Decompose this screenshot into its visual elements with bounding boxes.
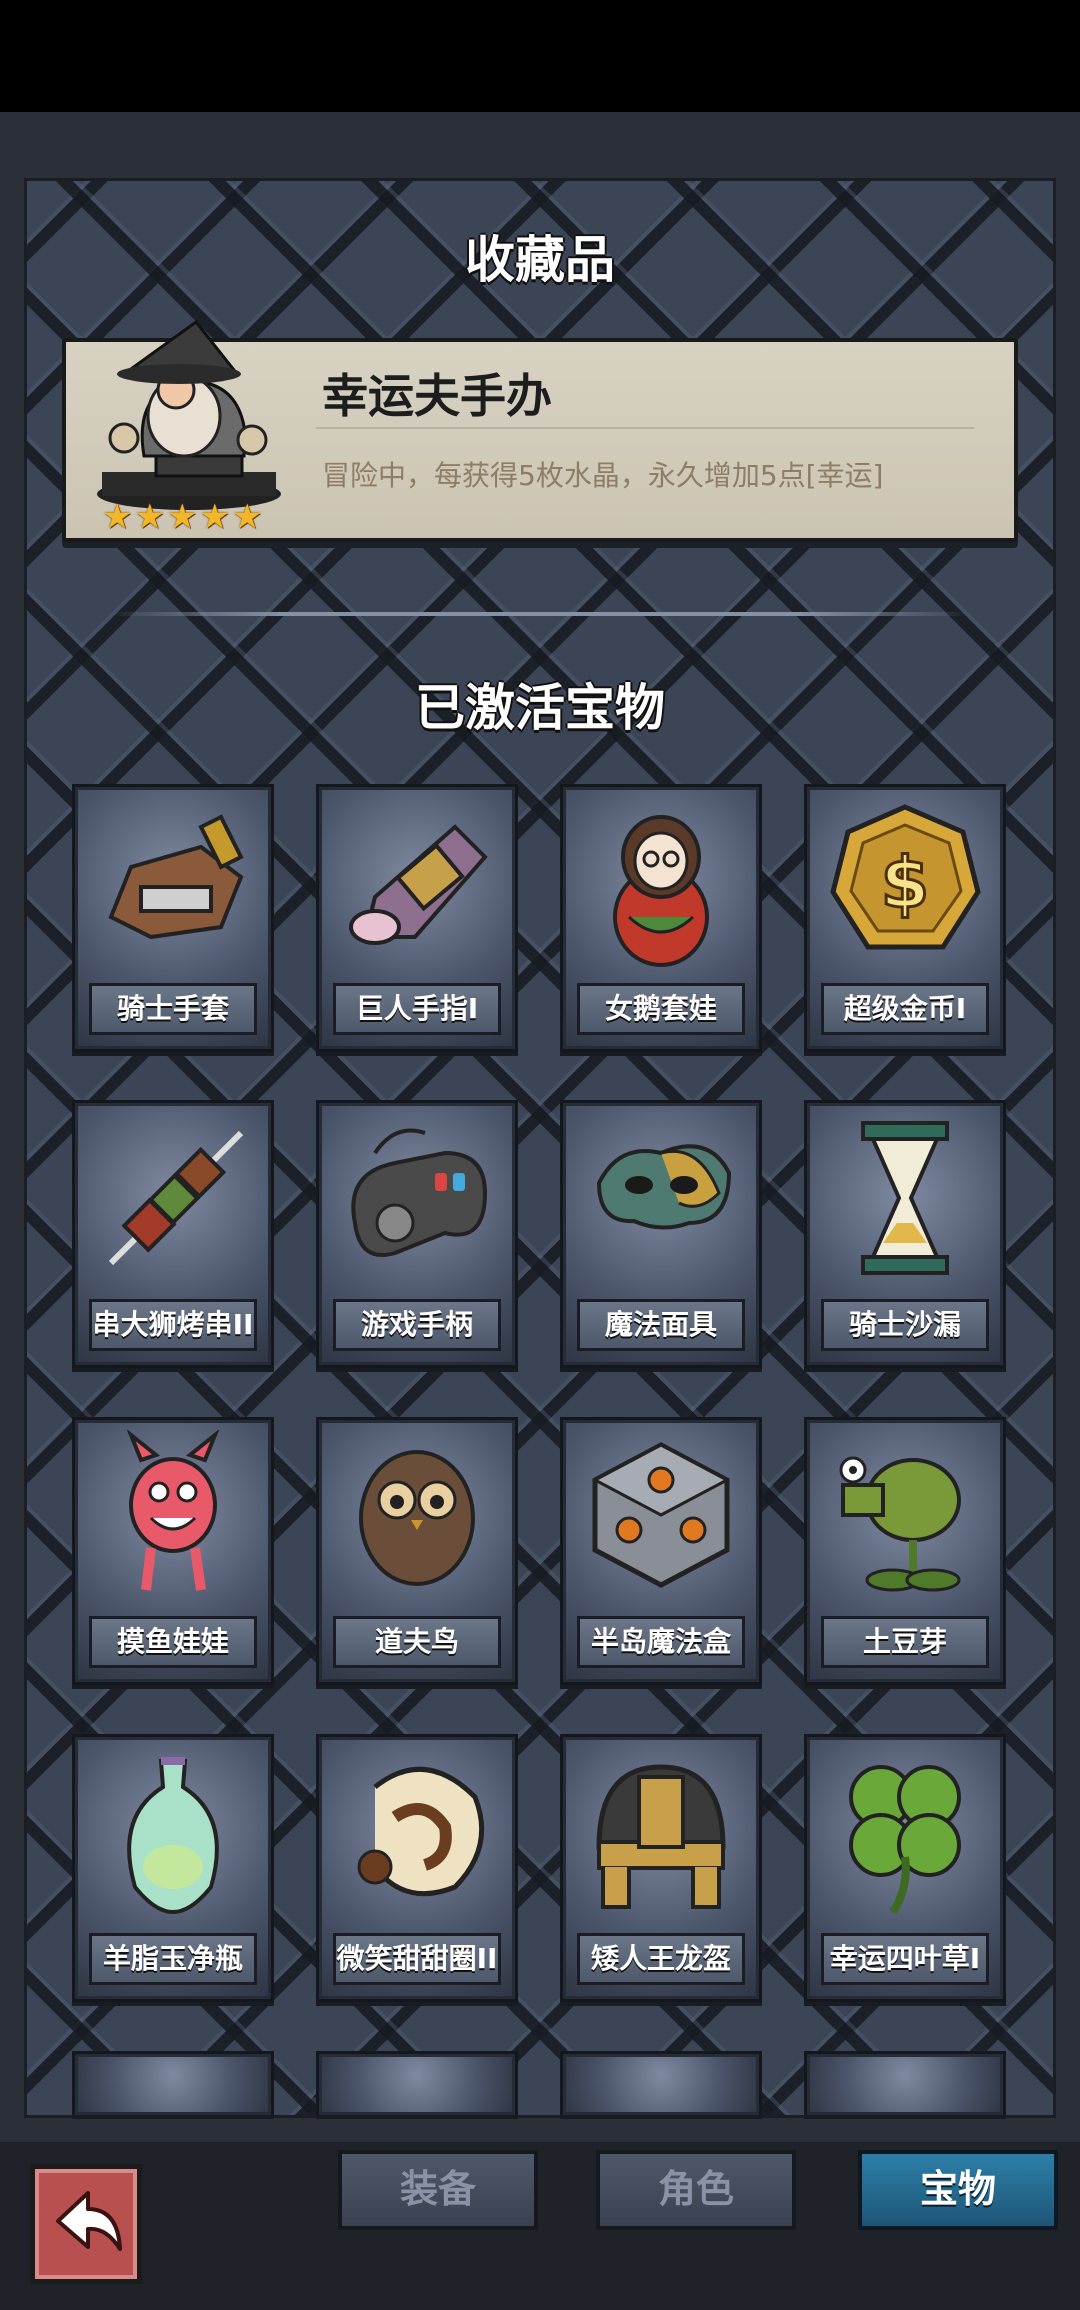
magic-cube-icon — [591, 1442, 731, 1588]
svg-text:$: $ — [881, 842, 930, 924]
star-icon: ★ — [231, 497, 263, 537]
star-icon: ★ — [166, 497, 198, 537]
rarity-stars: ★ ★ ★ ★ ★ — [102, 500, 262, 534]
treasure-label: 女鹅套娃 — [577, 983, 745, 1035]
treasure-slot[interactable]: 骑士沙漏 — [804, 1100, 1006, 1368]
tab-equipment[interactable]: 装备 — [338, 2150, 538, 2230]
treasure-label: 羊脂玉净瓶 — [89, 1933, 257, 1985]
knight-gauntlet-icon — [108, 814, 244, 940]
treasure-slot[interactable]: 幸运四叶草I — [804, 1734, 1006, 2002]
treasure-slot-partial[interactable] — [316, 2051, 518, 2115]
nesting-doll-icon — [613, 815, 709, 967]
treasure-slot[interactable]: 骑士手套 — [72, 784, 274, 1052]
pea-shooter-icon — [839, 1456, 961, 1592]
treasure-slot[interactable]: 矮人王龙盔 — [560, 1734, 762, 2002]
featured-collectible-card[interactable]: ★ ★ ★ ★ ★ 幸运夫手办 冒险中，每获得5枚水晶，永久增加5点[幸运] — [62, 319, 1018, 542]
treasure-slot[interactable]: 游戏手柄 — [316, 1100, 518, 1368]
gold-coin-icon: $ — [830, 804, 981, 950]
treasure-label: 土豆芽 — [821, 1616, 989, 1668]
treasure-slot[interactable]: 摸鱼娃娃 — [72, 1417, 274, 1685]
jade-vase-icon — [127, 1757, 219, 1915]
treasure-slot[interactable]: 道夫鸟 — [316, 1417, 518, 1685]
kebab-skewer-icon — [108, 1130, 244, 1266]
treasure-slot[interactable]: 羊脂玉净瓶 — [72, 1734, 274, 2002]
back-button[interactable] — [30, 2164, 142, 2284]
treasure-slot[interactable]: 魔法面具 — [560, 1100, 762, 1368]
tab-treasure[interactable]: 宝物 — [858, 2150, 1058, 2230]
wizard-figurine-icon — [97, 319, 281, 510]
treasure-slot-partial[interactable] — [560, 2051, 762, 2115]
treasure-label: 骑士手套 — [89, 983, 257, 1035]
section-divider — [110, 612, 970, 616]
owl-icon — [359, 1450, 475, 1586]
treasure-label: 魔法面具 — [577, 1299, 745, 1351]
treasure-slot-partial[interactable] — [72, 2051, 274, 2115]
treasure-label: 摸鱼娃娃 — [89, 1616, 257, 1668]
featured-divider — [316, 427, 974, 429]
back-arrow-icon — [56, 2191, 122, 2251]
tab-character[interactable]: 角色 — [596, 2150, 796, 2230]
treasure-label: 巨人手指I — [333, 983, 501, 1035]
hourglass-icon — [861, 1121, 949, 1275]
four-leaf-clover-icon — [849, 1765, 961, 1915]
featured-description: 冒险中，每获得5枚水晶，永久增加5点[幸运] — [322, 459, 884, 492]
treasure-label: 半岛魔法盒 — [577, 1616, 745, 1668]
star-icon: ★ — [134, 497, 165, 537]
treasure-slot[interactable]: 微笑甜甜圈II — [316, 1734, 518, 2002]
status-bar — [0, 0, 1080, 112]
star-icon: ★ — [102, 497, 133, 537]
treasure-label: 微笑甜甜圈II — [333, 1933, 501, 1985]
treasure-label: 串大狮烤串II — [89, 1299, 257, 1351]
treasure-label: 超级金币I — [821, 983, 989, 1035]
treasure-slot-partial[interactable] — [804, 2051, 1006, 2115]
dwarf-helmet-icon — [596, 1764, 726, 1909]
treasure-label: 道夫鸟 — [333, 1616, 501, 1668]
featured-name: 幸运夫手办 — [322, 369, 552, 423]
star-icon: ★ — [199, 497, 230, 537]
treasure-slot[interactable]: 半岛魔法盒 — [560, 1417, 762, 1685]
treasure-label: 矮人王龙盔 — [577, 1933, 745, 1985]
treasure-label: 游戏手柄 — [333, 1299, 501, 1351]
treasure-slot[interactable]: $ 超级金币I — [804, 784, 1006, 1052]
magic-mask-icon — [596, 1144, 732, 1230]
treasure-slot[interactable]: 土豆芽 — [804, 1417, 1006, 1685]
treasure-slot[interactable]: 串大狮烤串II — [72, 1100, 274, 1368]
activated-title: 已激活宝物 — [415, 679, 665, 737]
fish-doll-icon — [126, 1430, 220, 1591]
treasure-label: 幸运四叶草I — [821, 1933, 989, 1985]
treasure-slot[interactable]: 女鹅套娃 — [560, 784, 762, 1052]
gamepad-icon — [351, 1128, 488, 1257]
treasure-slot[interactable]: 巨人手指I — [316, 784, 518, 1052]
donut-icon — [357, 1766, 485, 1897]
giant-finger-icon — [349, 824, 488, 945]
treasure-label: 骑士沙漏 — [821, 1299, 989, 1351]
collection-title: 收藏品 — [465, 231, 615, 289]
